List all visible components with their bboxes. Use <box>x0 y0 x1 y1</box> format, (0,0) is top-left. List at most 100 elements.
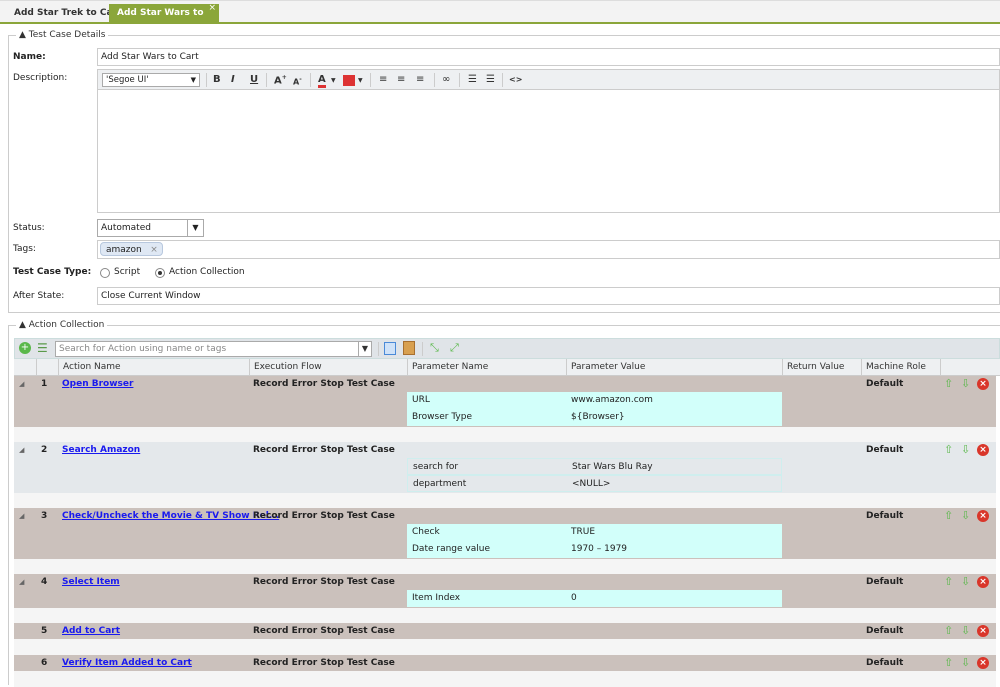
move-down-icon[interactable]: ⇩ <box>961 444 970 456</box>
remove-tag-icon[interactable]: × <box>150 243 158 257</box>
font-color-icon[interactable]: A <box>318 74 326 88</box>
execution-flow[interactable]: Record Error Stop Test Case <box>253 442 395 458</box>
copy-icon[interactable] <box>384 342 396 355</box>
action-name-link[interactable]: Verify Item Added to Cart <box>62 655 192 671</box>
move-up-icon[interactable]: ⇧ <box>944 657 953 669</box>
paste-icon[interactable] <box>403 341 415 355</box>
expand-row-icon[interactable]: ◢ <box>19 376 24 392</box>
radio-script[interactable] <box>100 268 110 278</box>
col-parameter-name[interactable]: Parameter Name <box>407 359 566 376</box>
action-name-link[interactable]: Select Item <box>62 574 120 590</box>
link-icon[interactable]: ∞ <box>442 74 450 85</box>
move-up-icon[interactable]: ⇧ <box>944 510 953 522</box>
parameter-value[interactable]: TRUE <box>571 524 595 541</box>
expand-all-icon[interactable]: ⤢ <box>450 341 459 355</box>
action-row[interactable]: 6 Verify Item Added to Cart Record Error… <box>14 655 996 671</box>
status-select[interactable]: Automated ▼ <box>97 219 204 237</box>
action-collection-toggle[interactable]: ▲ Action Collection <box>16 320 108 330</box>
tab-add-star-wars[interactable]: Add Star Wars to Cart × <box>109 3 219 37</box>
italic-icon[interactable]: I <box>231 74 235 85</box>
align-right-icon[interactable]: ≡ <box>416 74 424 85</box>
bullet-list-icon[interactable]: ☰ <box>486 74 495 85</box>
action-row[interactable]: ◢ 1 Open Browser Record Error Stop Test C… <box>14 376 996 427</box>
bold-icon[interactable]: B <box>213 74 221 85</box>
move-up-icon[interactable]: ⇧ <box>944 378 953 390</box>
execution-flow[interactable]: Record Error Stop Test Case <box>253 623 395 639</box>
action-name-link[interactable]: Add to Cart <box>62 623 120 639</box>
move-up-icon[interactable]: ⇧ <box>944 576 953 588</box>
move-up-icon[interactable]: ⇧ <box>944 444 953 456</box>
parameter-value[interactable]: <NULL> <box>572 476 610 493</box>
machine-role[interactable]: Default <box>866 623 903 639</box>
parameter-value[interactable]: www.amazon.com <box>571 392 653 409</box>
tags-input[interactable] <box>97 240 1000 259</box>
parameter-value[interactable]: 0 <box>571 590 577 607</box>
action-row[interactable]: ◢ 2 Search Amazon Record Error Stop Test … <box>14 442 996 493</box>
parameter-value[interactable]: 1970 – 1979 <box>571 541 627 558</box>
align-left-icon[interactable]: ≡ <box>379 74 387 85</box>
action-row[interactable]: ◢ 4 Select Item Record Error Stop Test Ca… <box>14 574 996 608</box>
move-up-icon[interactable]: ⇧ <box>944 625 953 637</box>
test-case-details-toggle[interactable]: ▲ Test Case Details <box>16 30 109 40</box>
chevron-down-icon[interactable]: ▼ <box>358 342 371 356</box>
radio-action-collection[interactable] <box>155 268 165 278</box>
underline-icon[interactable]: U <box>250 74 258 85</box>
action-row[interactable]: ◢ 3 Check/Uncheck the Movie & TV Show Rel… <box>14 508 996 559</box>
parameter-value[interactable]: ${Browser} <box>571 409 625 426</box>
numbered-list-icon[interactable]: ☰ <box>468 74 477 85</box>
col-machine-role[interactable]: Machine Role <box>861 359 940 376</box>
parameter-row[interactable]: search for Star Wars Blu Ray <box>407 458 782 475</box>
col-parameter-value[interactable]: Parameter Value <box>566 359 782 376</box>
execution-flow[interactable]: Record Error Stop Test Case <box>253 655 395 671</box>
decrease-font-icon[interactable]: A- <box>293 76 302 87</box>
machine-role[interactable]: Default <box>866 442 903 458</box>
action-row[interactable]: 5 Add to Cart Record Error Stop Test Cas… <box>14 623 996 639</box>
delete-action-icon[interactable]: × <box>977 444 989 456</box>
action-search-input[interactable]: Search for Action using name or tags ▼ <box>55 341 372 357</box>
col-return-value[interactable]: Return Value <box>782 359 861 376</box>
align-center-icon[interactable]: ≡ <box>397 74 405 85</box>
close-tab-icon[interactable]: × <box>208 0 216 18</box>
move-down-icon[interactable]: ⇩ <box>961 510 970 522</box>
machine-role[interactable]: Default <box>866 508 903 524</box>
execution-flow[interactable]: Record Error Stop Test Case <box>253 376 395 392</box>
machine-role[interactable]: Default <box>866 655 903 671</box>
after-state-input[interactable]: Close Current Window <box>97 287 1000 305</box>
machine-role[interactable]: Default <box>866 574 903 590</box>
action-name-link[interactable]: Open Browser <box>62 376 133 392</box>
delete-action-icon[interactable]: × <box>977 657 989 669</box>
description-editor[interactable] <box>97 90 1000 213</box>
font-family-select[interactable]: 'Segoe UI' ▼ <box>102 73 200 87</box>
parameter-row[interactable]: Check TRUE <box>407 524 782 541</box>
expand-row-icon[interactable]: ◢ <box>19 442 24 458</box>
name-input[interactable]: Add Star Wars to Cart <box>97 48 1000 66</box>
increase-font-icon[interactable]: A+ <box>274 74 287 86</box>
execution-flow[interactable]: Record Error Stop Test Case <box>253 574 395 590</box>
delete-action-icon[interactable]: × <box>977 510 989 522</box>
execution-flow[interactable]: Record Error Stop Test Case <box>253 508 395 524</box>
move-down-icon[interactable]: ⇩ <box>961 657 970 669</box>
delete-action-icon[interactable]: × <box>977 625 989 637</box>
action-name-link[interactable]: Search Amazon <box>62 442 140 458</box>
parameter-value[interactable]: Star Wars Blu Ray <box>572 459 653 476</box>
delete-action-icon[interactable]: × <box>977 378 989 390</box>
expand-row-icon[interactable]: ◢ <box>19 574 24 590</box>
expand-row-icon[interactable]: ◢ <box>19 508 24 524</box>
machine-role[interactable]: Default <box>866 376 903 392</box>
parameter-row[interactable]: Browser Type ${Browser} <box>407 409 782 426</box>
action-name-link[interactable]: Check/Uncheck the Movie & TV Show Rel... <box>62 508 279 524</box>
chevron-down-icon[interactable]: ▼ <box>187 220 203 236</box>
parameter-row[interactable]: URL www.amazon.com <box>407 392 782 409</box>
parameter-row[interactable]: Item Index 0 <box>407 590 782 607</box>
html-source-icon[interactable]: <> <box>509 75 522 84</box>
parameter-row[interactable]: Date range value 1970 – 1979 <box>407 541 782 558</box>
insert-row-icon[interactable]: ☰ <box>37 341 48 355</box>
delete-action-icon[interactable]: × <box>977 576 989 588</box>
move-down-icon[interactable]: ⇩ <box>961 625 970 637</box>
move-down-icon[interactable]: ⇩ <box>961 378 970 390</box>
collapse-all-icon[interactable]: ⤡ <box>430 341 439 355</box>
move-down-icon[interactable]: ⇩ <box>961 576 970 588</box>
col-action-name[interactable]: Action Name <box>58 359 249 376</box>
parameter-row[interactable]: department <NULL> <box>407 475 782 492</box>
highlight-color-icon[interactable] <box>343 75 355 86</box>
